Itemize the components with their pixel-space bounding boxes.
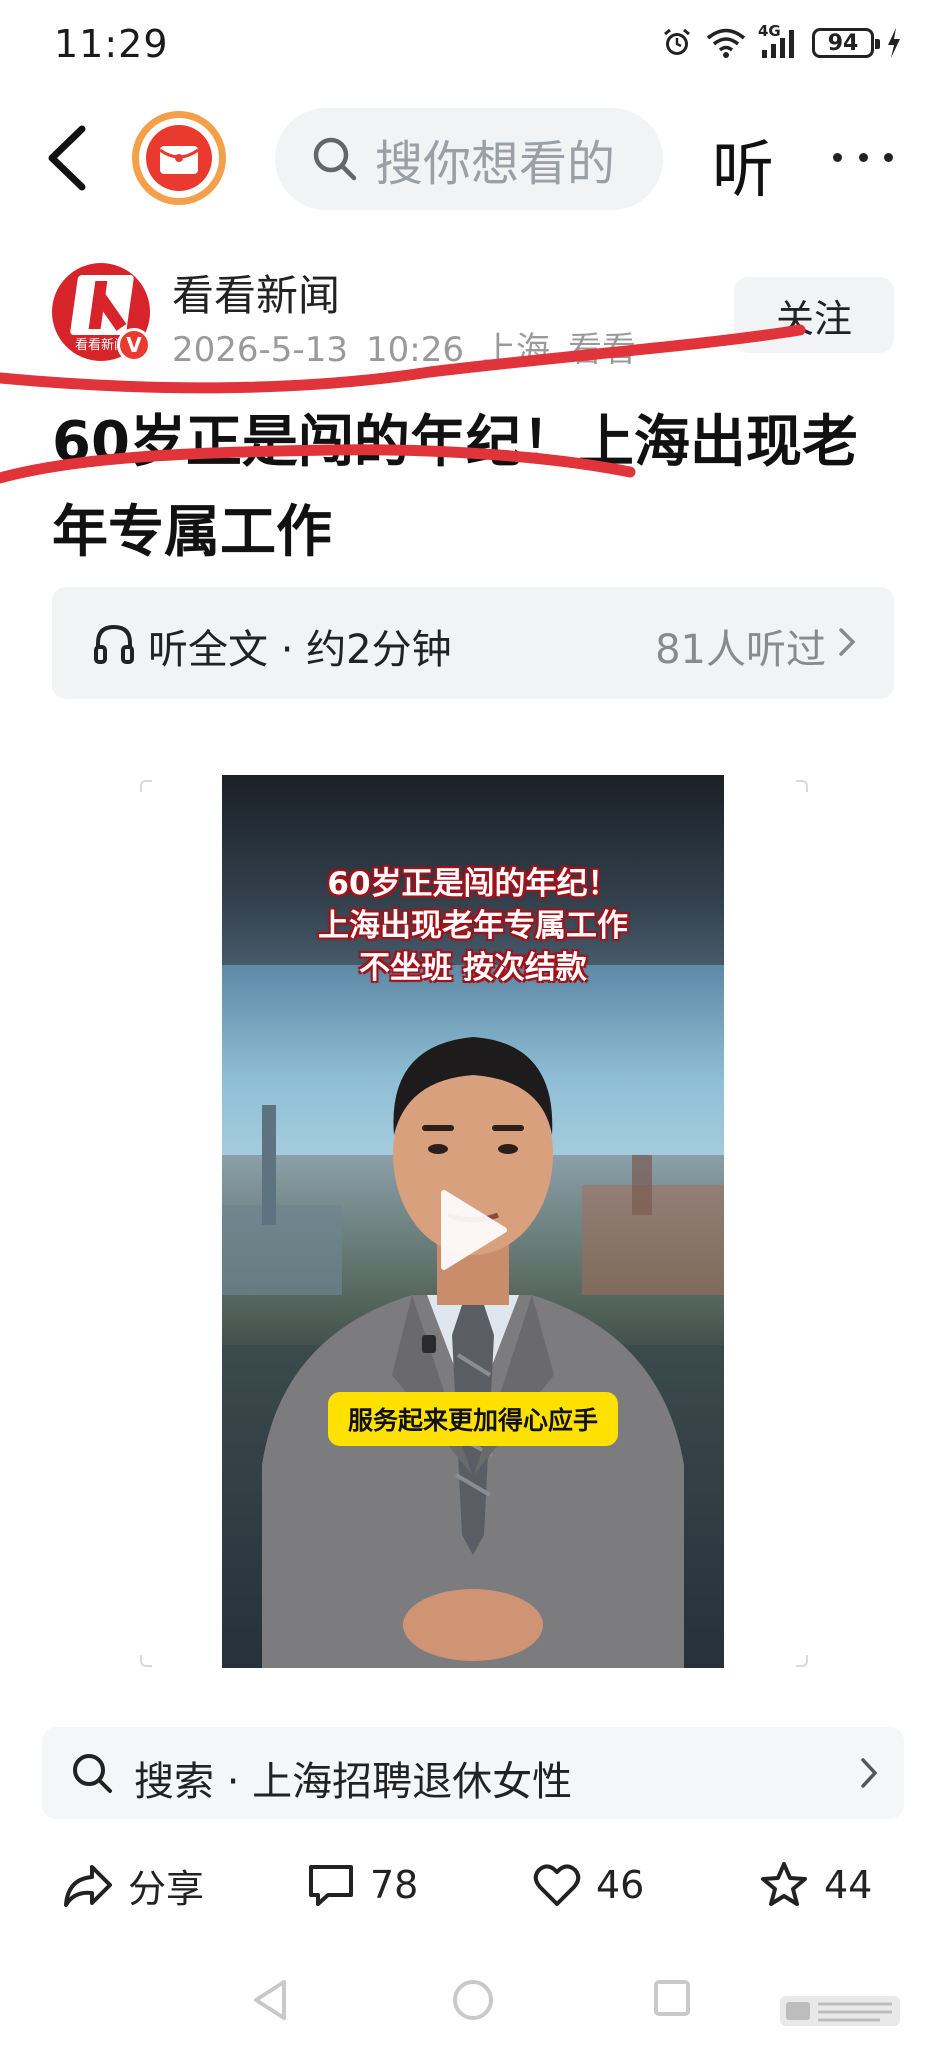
post-time: 10:26 bbox=[365, 330, 464, 370]
author-name[interactable]: 看看新闻 bbox=[172, 262, 340, 323]
like-count: 46 bbox=[596, 1863, 645, 1907]
heart-icon bbox=[533, 1864, 581, 1906]
post-source: 看看 bbox=[567, 330, 636, 370]
red-packet-button[interactable] bbox=[132, 111, 226, 205]
nav-back-triangle-icon[interactable] bbox=[250, 1978, 290, 2022]
top-nav: 搜你想看的 听 bbox=[0, 105, 946, 215]
battery-icon: 94 bbox=[812, 28, 880, 58]
more-options-button[interactable] bbox=[833, 137, 893, 177]
favorite-count: 44 bbox=[824, 1863, 873, 1907]
post-date: 2026-5-13 bbox=[172, 330, 348, 370]
article-headline: 60岁正是闯的年纪！上海出现老年专属工作 bbox=[52, 410, 858, 565]
video-subtitle: 服务起来更加得心应手 bbox=[328, 1392, 618, 1446]
more-dot bbox=[833, 152, 842, 162]
video-corner-mark bbox=[796, 1655, 808, 1667]
related-search-bar[interactable]: 搜索 · 上海招聘退休女性 bbox=[42, 1727, 904, 1819]
comment-count: 78 bbox=[370, 1863, 419, 1907]
wifi-icon bbox=[706, 28, 746, 58]
more-dot bbox=[884, 152, 893, 162]
video-player[interactable]: 60岁正是闯的年纪！ 上海出现老年专属工作 不坐班 按次结款 服务起来更加得心应… bbox=[222, 775, 724, 1668]
favorite-button[interactable]: 44 bbox=[758, 1845, 872, 1925]
like-button[interactable]: 46 bbox=[532, 1845, 644, 1925]
share-button[interactable]: 分享 bbox=[62, 1845, 204, 1925]
video-corner-mark bbox=[140, 780, 152, 792]
charging-icon bbox=[888, 28, 900, 58]
share-icon bbox=[64, 1865, 112, 1907]
status-time: 11:29 bbox=[54, 22, 169, 66]
comment-icon bbox=[309, 1865, 353, 1906]
chevron-right-icon bbox=[861, 1758, 878, 1788]
search-placeholder: 搜你想看的 bbox=[375, 136, 616, 192]
headphone-icon bbox=[94, 624, 134, 664]
battery-level: 94 bbox=[827, 30, 859, 56]
red-packet-icon bbox=[146, 125, 212, 191]
watermark-logo-icon bbox=[780, 1996, 900, 2026]
video-caption-line: 上海出现老年专属工作 bbox=[318, 908, 628, 944]
verified-badge: V bbox=[117, 328, 151, 362]
status-bar: 11:29 4G 94 bbox=[0, 0, 946, 95]
video-corner-mark bbox=[796, 780, 808, 792]
search-icon bbox=[73, 1754, 112, 1793]
listen-count: 81人听过 bbox=[655, 627, 826, 673]
video-caption: 60岁正是闯的年纪！ 上海出现老年专属工作 不坐班 按次结款 bbox=[222, 863, 724, 989]
share-label: 分享 bbox=[128, 1866, 205, 1911]
action-bar: 分享 78 46 44 bbox=[0, 1845, 946, 1925]
status-icons: 4G 94 bbox=[660, 22, 902, 60]
listen-button[interactable]: 听 bbox=[712, 119, 774, 209]
post-meta: 2026-5-13 10:26 上海 看看 bbox=[172, 322, 654, 371]
back-arrow-icon bbox=[48, 125, 86, 191]
video-caption-line: 不坐班 按次结款 bbox=[359, 950, 587, 986]
alarm-icon bbox=[664, 28, 690, 55]
post-location: 上海 bbox=[481, 330, 550, 370]
play-icon[interactable] bbox=[432, 1185, 512, 1275]
comment-button[interactable]: 78 bbox=[306, 1845, 418, 1925]
system-nav-bar bbox=[0, 1960, 946, 2040]
back-button[interactable] bbox=[42, 123, 102, 193]
listen-full-text-bar[interactable]: 听全文 · 约2分钟 81人听过 bbox=[52, 587, 894, 699]
video-caption-line: 60岁正是闯的年纪！ bbox=[327, 866, 619, 902]
star-icon bbox=[761, 1862, 807, 1906]
listen-full-text-label: 听全文 · 约2分钟 bbox=[148, 627, 452, 673]
follow-button[interactable]: 关注 bbox=[734, 277, 894, 353]
chevron-right-icon bbox=[839, 628, 856, 656]
search-bar[interactable]: 搜你想看的 bbox=[275, 108, 663, 210]
search-icon bbox=[313, 137, 357, 181]
video-corner-mark bbox=[140, 1655, 152, 1667]
signal-4g-icon: 4G bbox=[758, 22, 800, 60]
more-dot bbox=[858, 152, 868, 162]
related-search-label: 搜索 · 上海招聘退休女性 bbox=[134, 1759, 573, 1805]
nav-home-circle-icon[interactable] bbox=[451, 1978, 495, 2022]
nav-recents-square-icon[interactable] bbox=[652, 1978, 692, 2018]
